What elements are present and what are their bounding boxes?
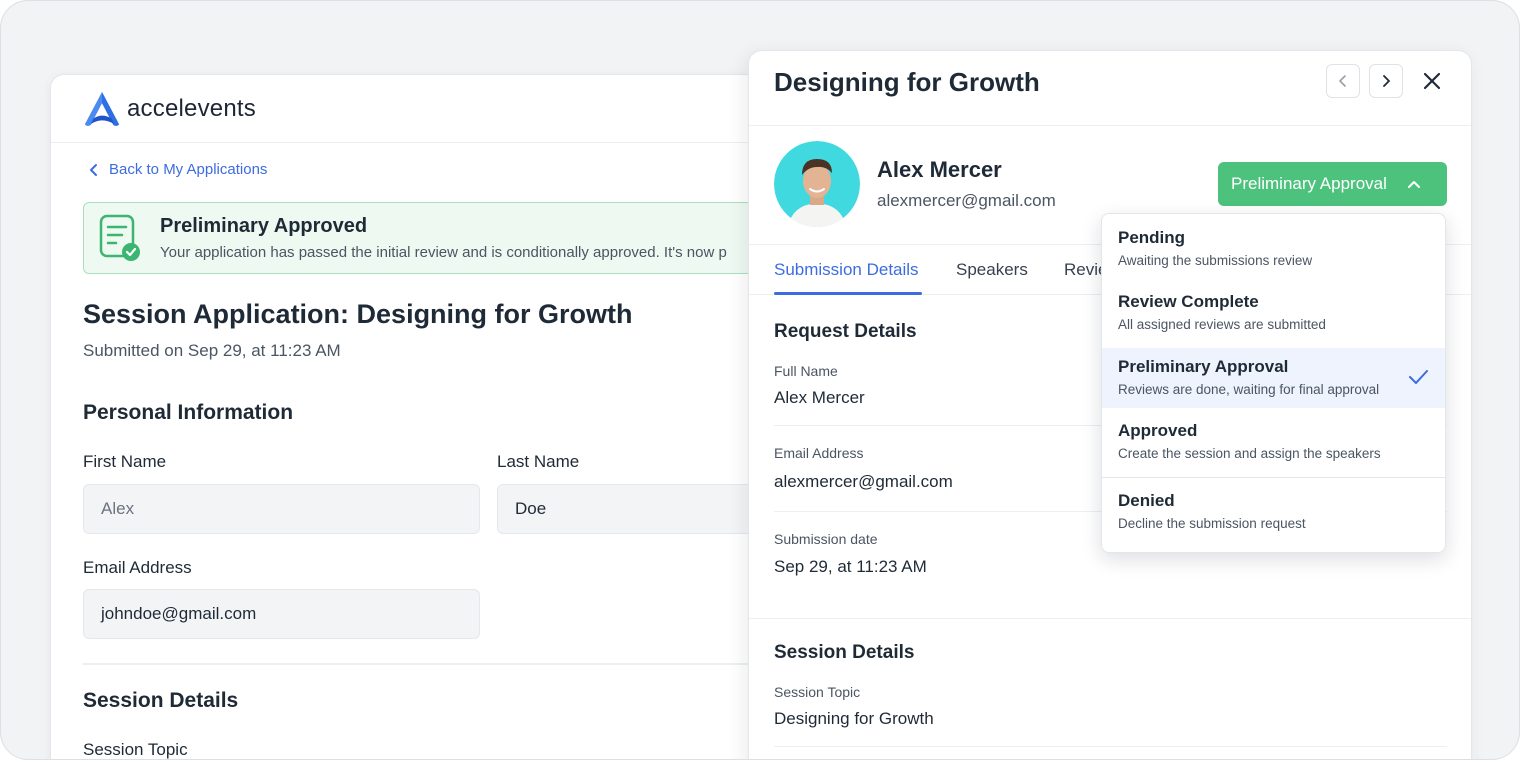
session-details-title: Session Details <box>83 689 239 712</box>
session-topic-value: Designing for Growth <box>774 709 934 728</box>
page-title: Session Application: Designing for Growt… <box>83 299 633 329</box>
chevron-left-icon <box>90 163 97 176</box>
status-button-label: Preliminary Approval <box>1231 174 1387 193</box>
close-icon <box>1423 72 1441 90</box>
option-title: Approved <box>1118 421 1198 440</box>
option-description: All assigned reviews are submitted <box>1118 317 1326 332</box>
applicant-name: Alex Mercer <box>877 157 1002 182</box>
approved-document-icon <box>99 214 140 261</box>
chevron-left-icon <box>1339 75 1346 87</box>
option-title: Denied <box>1118 491 1175 510</box>
next-button[interactable] <box>1369 64 1403 98</box>
avatar <box>774 141 860 227</box>
screenshot-frame: accelevents Back to My Applications Prel… <box>0 0 1520 760</box>
session-details-title: Session Details <box>774 642 915 663</box>
personal-info-title: Personal Information <box>83 401 294 424</box>
option-title: Pending <box>1118 228 1186 247</box>
back-to-applications-link[interactable]: Back to My Applications <box>87 161 267 178</box>
submission-date-label: Submission date <box>774 531 878 547</box>
checkmark-icon <box>1409 370 1428 384</box>
applicant-email: alexmercer@gmail.com <box>877 191 1056 210</box>
field-divider <box>774 746 1447 747</box>
status-option-preliminary-approval[interactable]: Preliminary Approval Reviews are done, w… <box>1102 348 1445 408</box>
status-option-denied[interactable]: Denied Decline the submission request <box>1102 491 1445 531</box>
email-label: Email Address <box>83 558 192 577</box>
email-input[interactable]: johndoe@gmail.com <box>83 589 480 639</box>
status-dropdown-button[interactable]: Preliminary Approval <box>1218 162 1447 206</box>
status-option-approved[interactable]: Approved Create the session and assign t… <box>1102 421 1445 461</box>
submitted-date: Submitted on Sep 29, at 11:23 AM <box>83 341 341 360</box>
first-name-input[interactable]: Alex <box>83 484 480 534</box>
brand-name: accelevents <box>127 94 256 122</box>
option-title: Preliminary Approval <box>1118 357 1289 376</box>
accelevents-logo-icon <box>84 91 120 126</box>
session-topic-label: Session Topic <box>774 684 861 700</box>
session-topic-label: Session Topic <box>83 740 188 759</box>
option-description: Awaiting the submissions review <box>1118 253 1313 268</box>
close-button[interactable] <box>1419 68 1445 94</box>
application-page: accelevents Back to My Applications Prel… <box>50 74 810 759</box>
chevron-right-icon <box>1383 75 1390 87</box>
tab-submission-details[interactable]: Submission Details <box>774 260 919 280</box>
option-title: Review Complete <box>1118 292 1259 311</box>
status-option-pending[interactable]: Pending Awaiting the submissions review <box>1102 228 1445 268</box>
request-details-title: Request Details <box>774 321 917 342</box>
back-link-label: Back to My Applications <box>109 161 268 178</box>
panel-header: Designing for Growth <box>749 51 1471 126</box>
applicant-profile: Alex Mercer alexmercer@gmail.com <box>774 141 1056 227</box>
menu-separator <box>1102 477 1445 478</box>
last-name-label: Last Name <box>497 452 580 471</box>
option-description: Decline the submission request <box>1118 516 1306 531</box>
first-name-label: First Name <box>83 452 167 471</box>
previous-button[interactable] <box>1326 64 1360 98</box>
alert-text: Your application has passed the initial … <box>160 244 727 261</box>
status-alert: Preliminary Approved Your application ha… <box>83 202 809 274</box>
section-divider <box>749 618 1471 619</box>
option-description: Create the session and assign the speake… <box>1118 446 1381 461</box>
active-tab-indicator <box>774 292 922 295</box>
tab-speakers[interactable]: Speakers <box>956 260 1028 280</box>
email-address-label: Email Address <box>774 445 864 461</box>
full-name-value: Alex Mercer <box>774 388 865 407</box>
chevron-up-icon <box>1407 181 1420 188</box>
full-name-label: Full Name <box>774 363 838 379</box>
option-description: Reviews are done, waiting for final appr… <box>1118 382 1380 397</box>
email-address-value: alexmercer@gmail.com <box>774 472 953 491</box>
status-option-review-complete[interactable]: Review Complete All assigned reviews are… <box>1102 292 1445 332</box>
panel-title: Designing for Growth <box>774 67 1040 97</box>
brand-logo[interactable]: accelevents <box>83 90 256 128</box>
section-divider <box>83 663 783 665</box>
status-dropdown-menu: Pending Awaiting the submissions review … <box>1101 213 1446 553</box>
submission-date-value: Sep 29, at 11:23 AM <box>774 557 927 576</box>
alert-title: Preliminary Approved <box>160 215 368 237</box>
app-header: accelevents <box>51 75 809 143</box>
